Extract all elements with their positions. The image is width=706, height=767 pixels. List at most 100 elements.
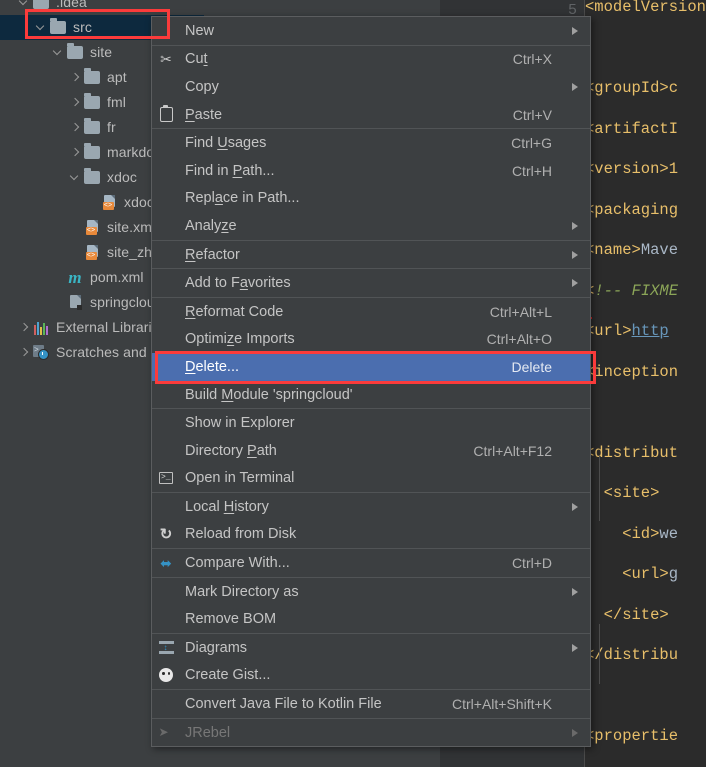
folder-icon [31,0,51,15]
menu-icon-slot [152,73,180,101]
chevron-right-icon[interactable] [17,340,31,365]
diagram-glyph: ↕ [158,641,174,655]
module-icon [65,290,85,315]
module-glyph [69,295,82,310]
reload-icon: ↻ [152,521,180,549]
folder-icon [82,65,102,90]
terminal-glyph: >_ [159,472,173,485]
folder-icon [82,140,102,165]
menu-item-label: Reload from Disk [185,526,297,543]
menu-item-convert-java-file-to-kotlin-file[interactable]: Convert Java File to Kotlin File Ctrl+Alt… [152,690,590,718]
menu-item-local-history[interactable]: Local History [152,493,590,521]
folder-icon [48,15,68,40]
menu-item-label: Optimize Imports [185,331,295,348]
menu-item-show-in-explorer[interactable]: Show in Explorer [152,409,590,437]
menu-icon-slot [152,437,180,465]
chevron-right-icon[interactable] [68,140,82,165]
menu-item-open-in-terminal[interactable]: >_ Open in Terminal [152,465,590,493]
menu-item-find-usages[interactable]: Find Usages Ctrl+G [152,129,590,157]
code-line: <url>g [585,565,679,583]
code-line: <version>1 [585,160,679,178]
menu-item-label: Find Usages [185,135,267,152]
code-line: <url>http [585,322,669,340]
tree-row-label: pom.xml [90,269,144,285]
menu-item-label: Mark Directory as [185,583,299,600]
tree-row-label: fr [107,119,116,135]
folder-glyph [84,168,100,184]
menu-item-copy[interactable]: Copy [152,73,590,101]
menu-item-compare-with[interactable]: ⬌ Compare With... Ctrl+D [152,549,590,577]
submenu-arrow-icon [568,73,590,101]
chevron-right-icon[interactable] [68,65,82,90]
chevron-down-icon[interactable] [34,15,48,40]
menu-item-diagrams[interactable]: ↕ Diagrams [152,634,590,662]
menu-item-label: Cut [185,51,208,68]
code-text-area[interactable]: <modelVersion> <groupId>c <artifactI <versi… [583,0,706,767]
menu-item-paste[interactable]: Paste Ctrl+V [152,101,590,129]
menu-item-replace-in-path[interactable]: Replace in Path... [152,185,590,213]
scissors-glyph: ✂ [160,51,172,68]
menu-item-build-module-springcloud[interactable]: Build Module 'springcloud' [152,381,590,409]
code-line: <groupId>c [585,79,679,97]
folder-glyph [84,93,100,109]
xml-file-icon: <> [99,190,119,215]
jrebel-glyph: ➤ [158,725,169,740]
menu-item-label: Find in Path... [185,162,275,179]
menu-arrow-slot [568,437,590,465]
project-context-menu[interactable]: New ✂ Cut Ctrl+X Copy Paste Ctrl+V Find Usages C… [151,16,591,748]
menu-item-cut[interactable]: ✂ Cut Ctrl+X [152,46,590,74]
chevron-down-icon[interactable] [68,165,82,190]
github-icon [152,662,180,690]
menu-item-directory-path[interactable]: Directory Path Ctrl+Alt+F12 [152,437,590,465]
chevron-right-icon[interactable] [68,115,82,140]
menu-item-shortcut: Ctrl+H [511,162,552,179]
menu-item-optimize-imports[interactable]: Optimize Imports Ctrl+Alt+O [152,326,590,354]
menu-item-reformat-code[interactable]: Reformat Code Ctrl+Alt+L [152,298,590,326]
menu-icon-slot [152,212,180,240]
menu-item-label: Remove BOM [185,611,277,628]
menu-icon-slot [152,690,180,718]
folder-icon [82,90,102,115]
code-line: </site> [585,605,669,624]
menu-arrow-slot [568,298,590,326]
menu-item-label: Refactor [185,246,240,263]
xml-file-icon: <> [82,215,102,240]
chevron-down-icon[interactable] [17,0,31,15]
code-line: <id>we [585,524,679,543]
submenu-arrow-icon [568,719,590,747]
intellij-window: .ideasrcsiteaptfmlfrmarkdownxdoc<>xdoc.x… [0,0,706,767]
submenu-arrow-icon [568,241,590,269]
xml-file-glyph: <> [85,245,99,260]
menu-item-create-gist[interactable]: Create Gist... [152,662,590,690]
submenu-arrow-icon [568,634,590,662]
menu-item-refactor[interactable]: Refactor [152,241,590,269]
tree-row-label: .idea [56,0,87,10]
menu-item-find-in-path[interactable]: Find in Path... Ctrl+H [152,157,590,185]
xml-file-glyph: <> [102,195,116,210]
code-line: <propertie [585,727,679,745]
folder-glyph [50,18,66,34]
menu-item-add-to-favorites[interactable]: Add to Favorites [152,269,590,297]
terminal-icon: >_ [152,465,180,493]
chevron-right-icon[interactable] [17,315,31,340]
menu-arrow-slot [568,326,590,354]
menu-item-reload-from-disk[interactable]: ↻ Reload from Disk [152,521,590,549]
submenu-arrow-icon [568,269,590,297]
menu-icon-slot [152,409,180,437]
menu-item-new[interactable]: New [152,17,590,45]
maven-glyph: m [68,268,82,287]
menu-icon-slot [152,298,180,326]
chevron-down-icon[interactable] [51,40,65,65]
menu-item-analyze[interactable]: Analyze [152,212,590,240]
tree-row-label: site.xml [107,219,156,235]
chevron-right-icon[interactable] [68,90,82,115]
menu-item-remove-bom[interactable]: Remove BOM [152,605,590,633]
menu-icon-slot [152,17,180,45]
menu-item-label: Diagrams [185,639,248,656]
menu-item-delete[interactable]: Delete... Delete [152,353,590,381]
menu-item-mark-directory-as[interactable]: Mark Directory as [152,578,590,606]
folder-glyph [84,143,100,159]
